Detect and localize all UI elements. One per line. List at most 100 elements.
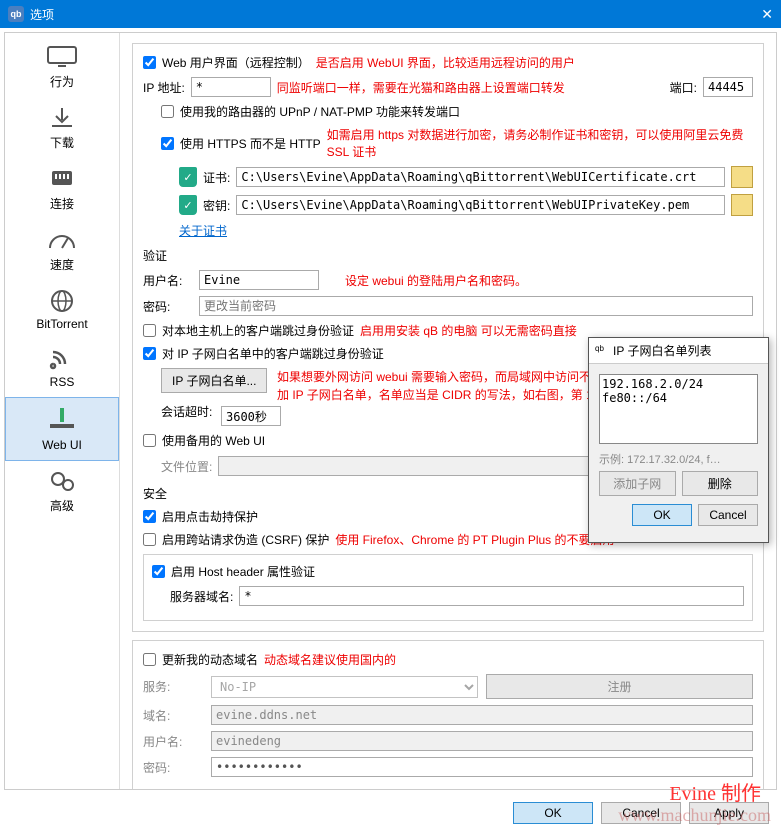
auth-section-title: 验证 [143, 247, 753, 264]
sidebar-item-rss[interactable]: RSS [5, 339, 119, 397]
sidebar-label: 行为 [50, 75, 74, 89]
enable-note: 是否启用 WebUI 界面，比较适用远程访问的用户 [316, 54, 575, 71]
ip-label: IP 地址: [143, 79, 185, 96]
sidebar-item-webui[interactable]: Web UI [5, 397, 119, 461]
sidebar-label: RSS [50, 375, 75, 389]
cert-label: 证书: [203, 169, 230, 186]
about-cert-link[interactable]: 关于证书 [179, 222, 227, 239]
server-domain-label: 服务器域名: [170, 588, 233, 605]
sidebar-label: 速度 [50, 258, 74, 272]
upnp-label: 使用我的路由器的 UPnP / NAT-PMP 功能来转发端口 [180, 103, 460, 120]
alt-webui-checkbox[interactable] [143, 434, 156, 447]
bypass-local-label: 对本地主机上的客户端跳过身份验证 [162, 322, 354, 339]
clickjack-checkbox[interactable] [143, 510, 156, 523]
subnet-whitelist-button[interactable]: IP 子网白名单... [161, 368, 267, 393]
dialog-cancel-button[interactable]: Cancel [698, 504, 758, 526]
download-icon [46, 106, 78, 130]
sidebar-label: Web UI [42, 438, 82, 452]
https-note: 如需启用 https 对数据进行加密，请务必制作证书和密钥，可以使用阿里云免费 … [327, 126, 753, 160]
add-subnet-button: 添加子网 [599, 471, 676, 496]
alt-webui-label: 使用备用的 Web UI [162, 432, 265, 449]
dns-user-input [211, 731, 753, 751]
apply-button[interactable]: Apply [689, 802, 769, 824]
monitor-icon [46, 45, 78, 69]
dialog-title: IP 子网白名单列表 [613, 342, 711, 359]
bypass-local-note: 启用用安装 qB 的电脑 可以无需密码直接 [360, 322, 577, 339]
delete-subnet-button[interactable]: 删除 [682, 471, 759, 496]
sidebar-item-connection[interactable]: 连接 [5, 159, 119, 220]
sidebar-label: BitTorrent [36, 317, 87, 331]
key-browse-button[interactable] [731, 194, 753, 216]
subnet-example: 示例: 172.17.32.0/24, f… [599, 451, 758, 467]
password-label: 密码: [143, 298, 193, 315]
csrf-checkbox[interactable] [143, 533, 156, 546]
gauge-icon [46, 228, 78, 252]
https-label: 使用 HTTPS 而不是 HTTP [180, 135, 321, 152]
host-header-checkbox[interactable] [152, 565, 165, 578]
password-input[interactable] [199, 296, 753, 316]
bypass-subnet-label: 对 IP 子网白名单中的客户端跳过身份验证 [162, 345, 384, 362]
webui-icon [46, 406, 78, 434]
username-note: 设定 webui 的登陆用户名和密码。 [345, 272, 527, 289]
ip-note: 同监听端口一样，需要在光猫和路由器上设置端口转发 [277, 79, 664, 96]
enable-webui-checkbox[interactable] [143, 56, 156, 69]
dns-service-label: 服务: [143, 678, 203, 695]
dns-domain-label: 域名: [143, 707, 203, 724]
dns-pass-label: 密码: [143, 759, 203, 776]
gears-icon [46, 469, 78, 493]
sidebar-item-behavior[interactable]: 行为 [5, 37, 119, 98]
sidebar-item-bittorrent[interactable]: BitTorrent [5, 281, 119, 339]
dialog-footer: OK Cancel Apply [513, 802, 769, 824]
port-input[interactable] [703, 77, 753, 97]
timeout-label: 会话超时: [161, 403, 212, 420]
app-icon: qb [8, 6, 24, 22]
sidebar-label: 下载 [50, 136, 74, 150]
dyndns-note: 动态域名建议使用国内的 [264, 651, 396, 668]
dialog-ok-button[interactable]: OK [632, 504, 692, 526]
shield-icon: ✓ [179, 167, 197, 187]
port-label: 端口: [670, 79, 697, 96]
dyndns-checkbox[interactable] [143, 653, 156, 666]
dns-register-button: 注册 [486, 674, 753, 699]
sidebar-item-download[interactable]: 下载 [5, 98, 119, 159]
sidebar-label: 高级 [50, 499, 74, 513]
upnp-checkbox[interactable] [161, 105, 174, 118]
bypass-subnet-checkbox[interactable] [143, 347, 156, 360]
server-domain-input[interactable] [239, 586, 744, 606]
https-checkbox[interactable] [161, 137, 174, 150]
shield-icon: ✓ [179, 195, 197, 215]
globe-icon [46, 289, 78, 313]
sidebar: 行为 下载 连接 速度 BitTorrent RSS Web UI 高级 [5, 33, 120, 789]
file-loc-label: 文件位置: [161, 458, 212, 475]
subnet-textarea[interactable] [599, 374, 758, 444]
timeout-input[interactable] [221, 406, 281, 426]
host-header-label: 启用 Host header 属性验证 [171, 563, 315, 580]
ethernet-icon [46, 167, 78, 191]
bypass-local-checkbox[interactable] [143, 324, 156, 337]
ip-input[interactable] [191, 77, 271, 97]
sidebar-item-advanced[interactable]: 高级 [5, 461, 119, 522]
cert-input[interactable] [236, 167, 725, 187]
cert-browse-button[interactable] [731, 166, 753, 188]
csrf-note: 使用 Firefox、Chrome 的 PT Plugin Plus 的不要启用 [335, 531, 614, 548]
dns-service-select: No-IP [211, 676, 478, 698]
subnet-dialog: qb IP 子网白名单列表 示例: 172.17.32.0/24, f… 添加子… [588, 337, 769, 543]
ok-button[interactable]: OK [513, 802, 593, 824]
csrf-label: 启用跨站请求伪造 (CSRF) 保护 [162, 531, 329, 548]
key-input[interactable] [236, 195, 725, 215]
dns-user-label: 用户名: [143, 733, 203, 750]
dns-pass-input [211, 757, 753, 777]
rss-icon [46, 347, 78, 371]
clickjack-label: 启用点击劫持保护 [162, 508, 258, 525]
cancel-button[interactable]: Cancel [601, 802, 681, 824]
enable-webui-label: Web 用户界面（远程控制） [162, 54, 310, 71]
titlebar: qb 选项 ✕ [0, 0, 781, 28]
close-icon[interactable]: ✕ [761, 6, 773, 23]
key-label: 密钥: [203, 197, 230, 214]
dyndns-label: 更新我的动态域名 [162, 651, 258, 668]
sidebar-item-speed[interactable]: 速度 [5, 220, 119, 281]
username-label: 用户名: [143, 272, 193, 289]
app-icon: qb [595, 344, 609, 358]
username-input[interactable] [199, 270, 319, 290]
dns-domain-input [211, 705, 753, 725]
